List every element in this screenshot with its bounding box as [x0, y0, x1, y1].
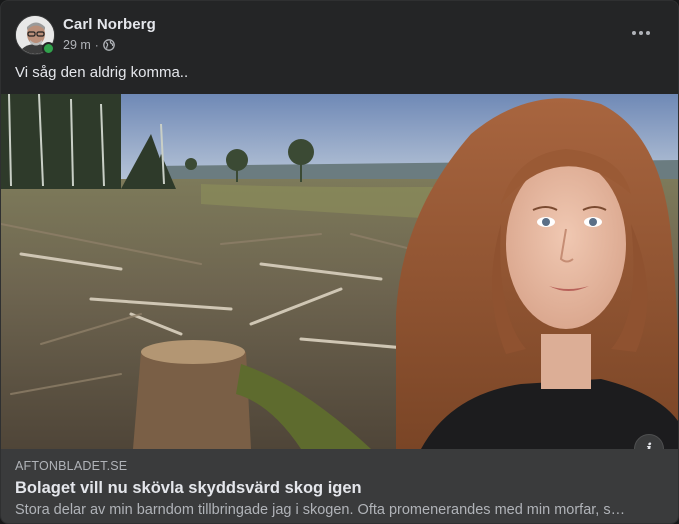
link-preview-image[interactable] — [1, 94, 678, 449]
link-source: AFTONBLADET.SE — [15, 459, 128, 473]
online-status-indicator — [42, 42, 55, 55]
link-title[interactable]: Bolaget vill nu skövla skyddsvärd skog i… — [15, 479, 362, 498]
more-options-button[interactable] — [626, 21, 656, 45]
post-header: Carl Norberg 29 m · — [1, 1, 678, 61]
post-meta: 29 m · — [63, 38, 115, 52]
link-preview[interactable]: AFTONBLADET.SE Bolaget vill nu skövla sk… — [1, 449, 678, 523]
globe-icon[interactable] — [102, 39, 115, 51]
meta-separator: · — [94, 38, 99, 52]
link-description: Stora delar av min barndom tillbringade … — [15, 502, 626, 518]
more-icon — [632, 31, 636, 35]
post-time[interactable]: 29 m — [63, 38, 91, 52]
post-text: Vi såg den aldrig komma.. — [15, 64, 189, 81]
author-name[interactable]: Carl Norberg — [63, 16, 156, 33]
post-card: Carl Norberg 29 m · Vi såg den aldrig ko… — [0, 0, 679, 524]
